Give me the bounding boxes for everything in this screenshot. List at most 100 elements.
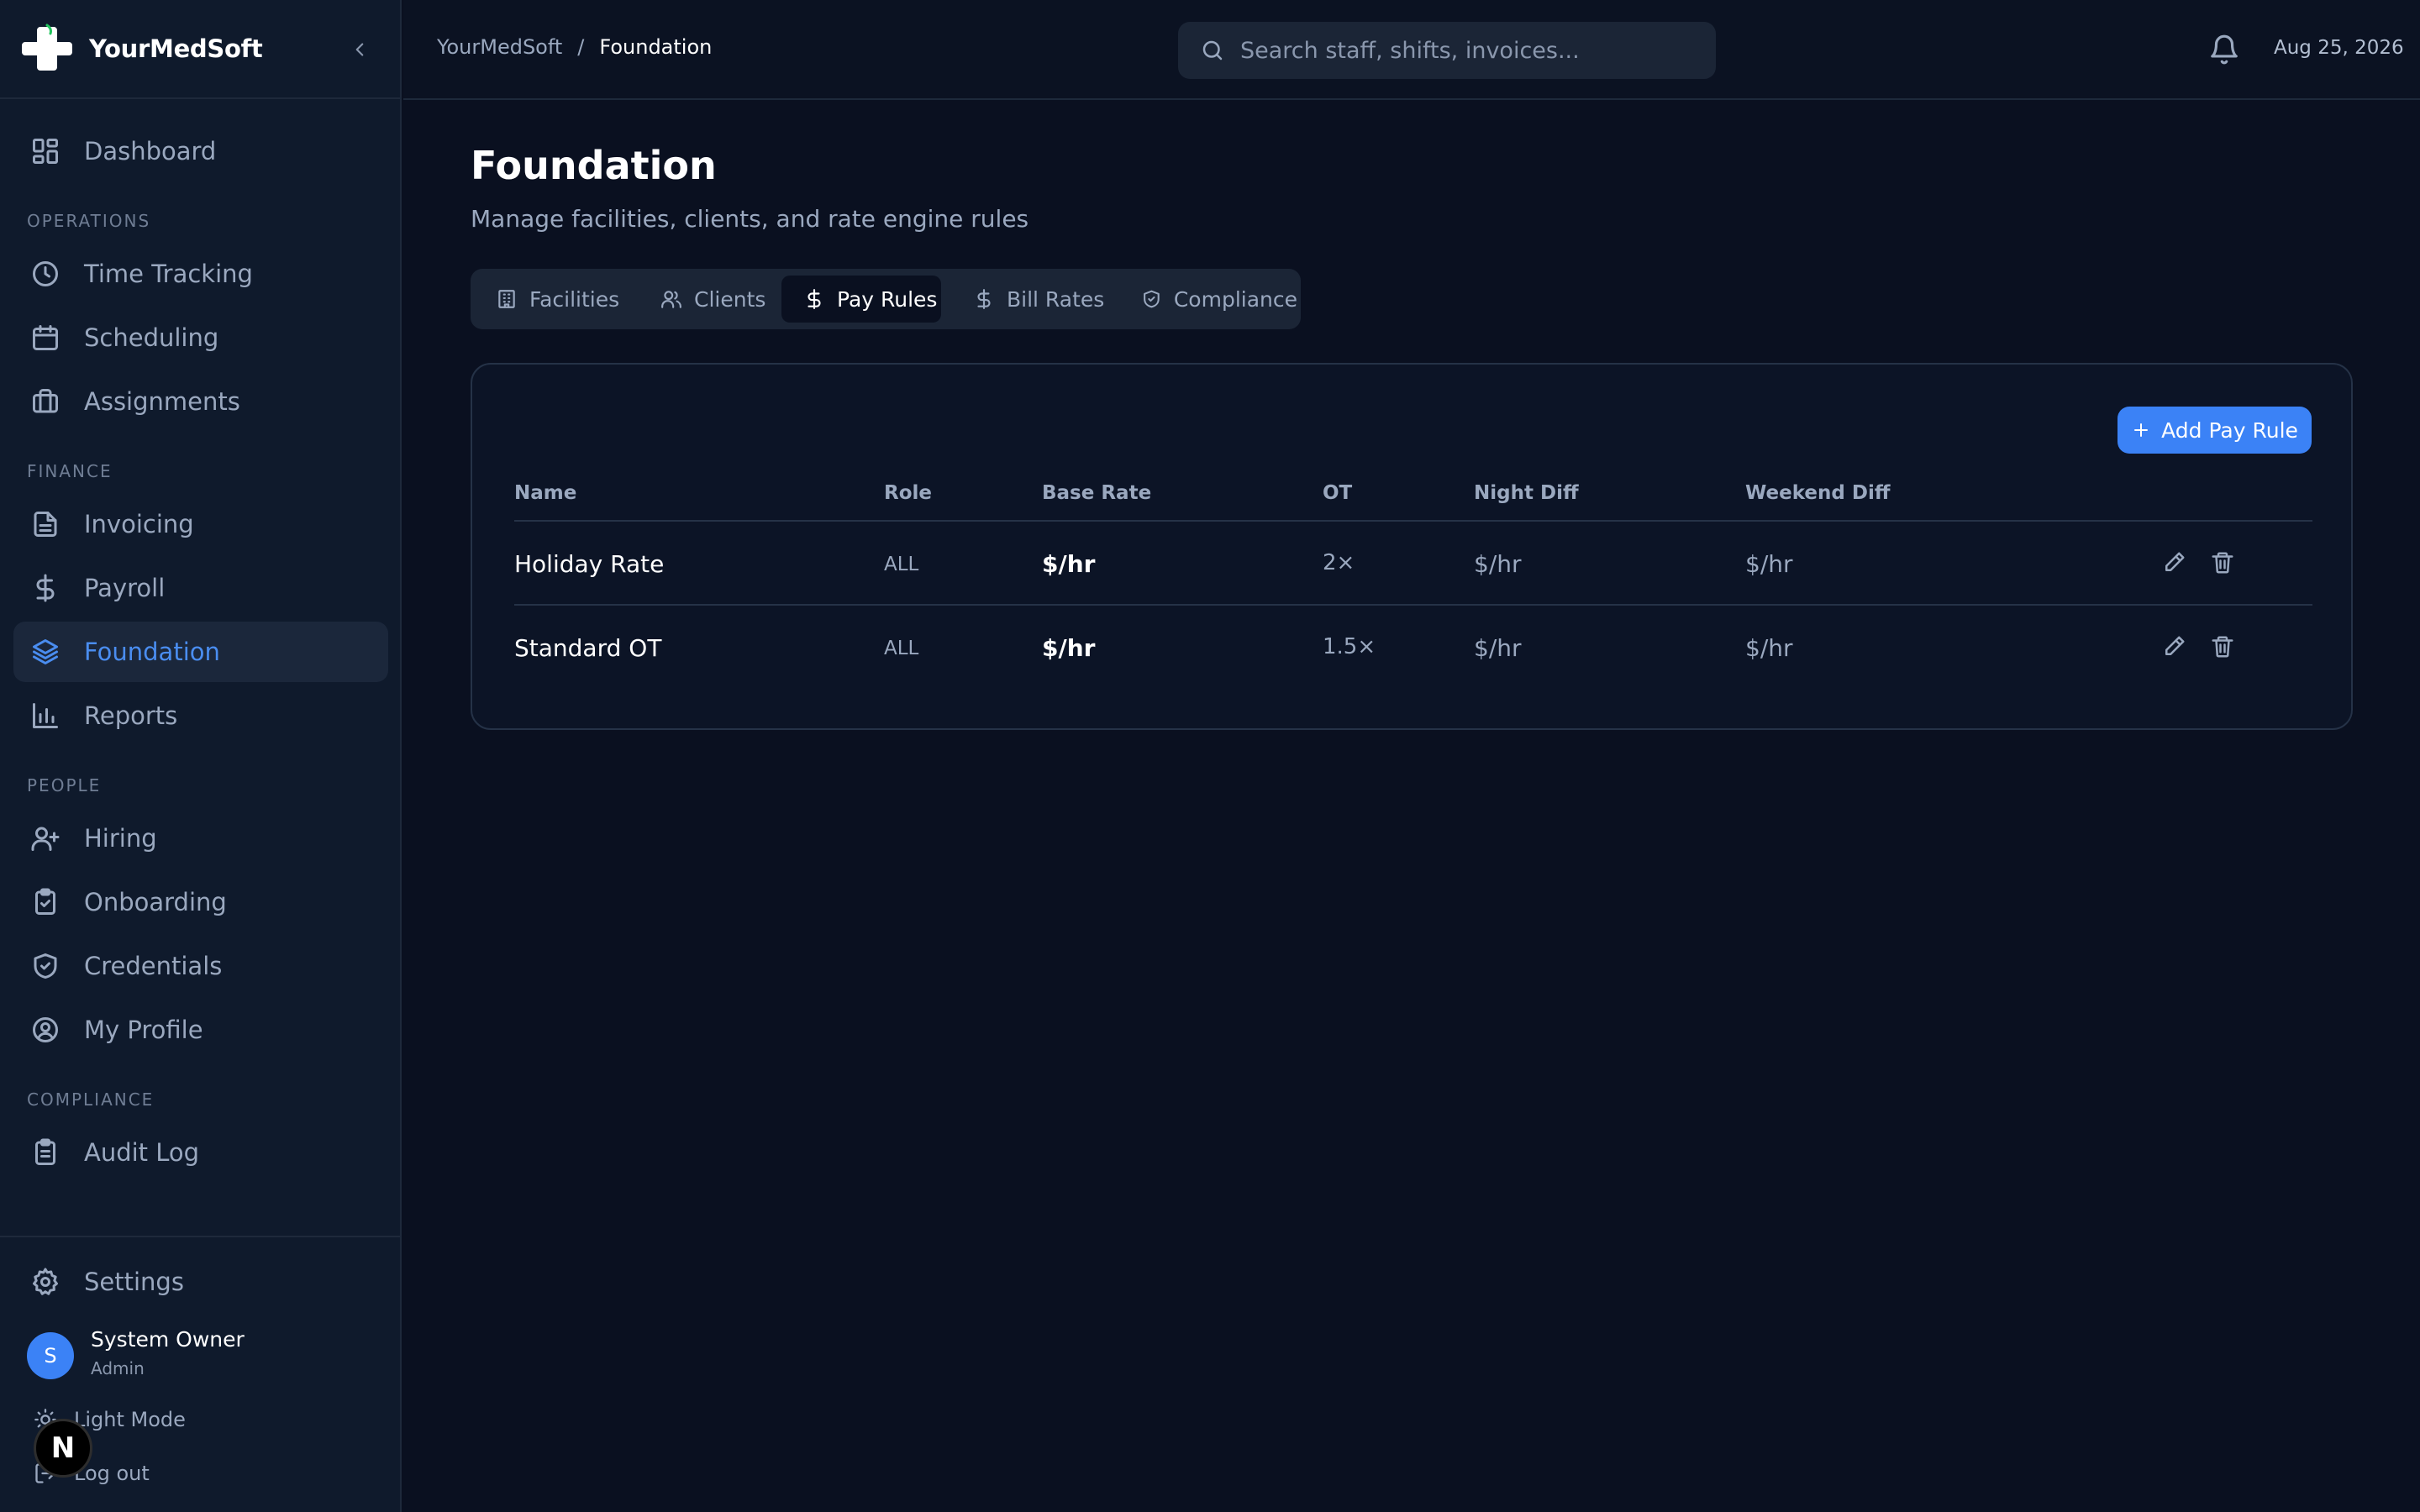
sidebar-item-label: Onboarding: [84, 888, 227, 916]
notifications-button[interactable]: [2208, 34, 2240, 66]
brand-name: YourMedSoft: [89, 34, 263, 63]
gear-icon: [33, 1268, 58, 1295]
bar-chart-icon: [33, 703, 58, 728]
column-header-night-diff: Night Diff: [1474, 482, 1579, 504]
tab-compliance[interactable]: Compliance: [1116, 276, 1297, 323]
tab-facilities[interactable]: Facilities: [471, 276, 635, 323]
table-row: Standard OT ALL $/hr 1.5× $/hr $/hr: [514, 606, 2312, 690]
avatar[interactable]: S: [27, 1332, 74, 1379]
sidebar-item-invoicing[interactable]: Invoicing: [13, 494, 388, 554]
breadcrumb-current: Foundation: [599, 35, 713, 59]
sidebar-item-hiring[interactable]: Hiring: [13, 808, 388, 869]
tab-label: Compliance: [1173, 286, 1297, 312]
edit-button[interactable]: [2161, 550, 2186, 575]
sidebar-item-label: Scheduling: [84, 323, 219, 352]
users-icon: [661, 291, 681, 308]
tab-label: Clients: [694, 286, 766, 312]
dollar-icon: [808, 289, 821, 309]
section-label-people: PEOPLE: [27, 775, 102, 795]
user-name: System Owner: [91, 1327, 245, 1352]
chevron-left-icon: [355, 43, 364, 56]
dollar-icon: [977, 289, 991, 309]
user-circle-icon: [33, 1017, 58, 1042]
collapse-sidebar-button[interactable]: [343, 33, 376, 66]
page-title: Foundation: [471, 143, 717, 188]
user-role: Admin: [91, 1358, 145, 1378]
tab-pay-rules[interactable]: Pay Rules: [781, 276, 941, 323]
column-header-base-rate: Base Rate: [1042, 482, 1152, 504]
tab-clients[interactable]: Clients: [635, 276, 778, 323]
sidebar: YourMedSoft Dashboard OPERATIONS Time Tr…: [0, 0, 402, 1512]
breadcrumb-root[interactable]: YourMedSoft: [437, 35, 562, 59]
column-header-role: Role: [884, 482, 932, 504]
sidebar-item-foundation[interactable]: Foundation: [13, 622, 388, 682]
trash-icon: [2212, 636, 2233, 658]
sidebar-divider: [0, 1236, 402, 1237]
current-date: Aug 25, 2026: [2274, 37, 2404, 59]
page-subtitle: Manage facilities, clients, and rate eng…: [471, 205, 1029, 233]
cell-role: ALL: [884, 554, 919, 575]
user-plus-icon: [31, 827, 60, 851]
sidebar-item-label: Invoicing: [84, 510, 194, 538]
calendar-icon: [33, 325, 58, 350]
breadcrumb: YourMedSoft / Foundation: [437, 35, 712, 59]
sidebar-item-scheduling[interactable]: Scheduling: [13, 307, 388, 368]
bell-icon: [2211, 34, 2238, 65]
add-pay-rule-label: Add Pay Rule: [2161, 417, 2298, 443]
cell-ot: 1.5×: [1323, 634, 1376, 659]
section-label-operations: OPERATIONS: [27, 211, 151, 231]
pencil-icon: [2165, 552, 2185, 571]
pencil-icon: [2165, 636, 2185, 655]
sidebar-item-label: Settings: [84, 1268, 184, 1296]
sidebar-item-credentials[interactable]: Credentials: [13, 936, 388, 996]
document-icon: [34, 512, 57, 537]
sidebar-item-label: Time Tracking: [84, 260, 253, 288]
column-header-ot: OT: [1323, 482, 1353, 504]
delete-button[interactable]: [2210, 634, 2235, 659]
tab-label: Pay Rules: [837, 286, 938, 312]
pay-rules-card: Add Pay Rule Name Role Base Rate OT Nigh…: [471, 363, 2353, 730]
section-label-compliance: COMPLIANCE: [27, 1089, 155, 1110]
sidebar-item-label: Assignments: [84, 387, 240, 416]
shield-check-icon: [34, 953, 57, 979]
sidebar-item-audit-log[interactable]: Audit Log: [13, 1122, 388, 1183]
brand[interactable]: YourMedSoft: [0, 0, 402, 99]
dev-tools-badge[interactable]: N: [34, 1419, 92, 1478]
sidebar-item-dashboard[interactable]: Dashboard: [13, 121, 388, 181]
sidebar-item-label: Dashboard: [84, 137, 217, 165]
sidebar-item-onboarding[interactable]: Onboarding: [13, 872, 388, 932]
table-row: Holiday Rate ALL $/hr 2× $/hr $/hr: [514, 522, 2312, 606]
sidebar-item-label: Foundation: [84, 638, 220, 666]
sidebar-item-my-profile[interactable]: My Profile: [13, 1000, 388, 1060]
clock-icon: [33, 261, 58, 286]
cell-night-diff: $/hr: [1474, 634, 1522, 662]
sidebar-item-time-tracking[interactable]: Time Tracking: [13, 244, 388, 304]
column-header-weekend-diff: Weekend Diff: [1745, 482, 1891, 504]
light-mode-label: Light Mode: [74, 1408, 186, 1431]
delete-button[interactable]: [2210, 550, 2235, 575]
shield-check-icon: [1144, 290, 1160, 308]
sidebar-item-label: Hiring: [84, 824, 157, 853]
tab-bill-rates[interactable]: Bill Rates: [948, 276, 1113, 323]
breadcrumb-separator: /: [577, 35, 585, 59]
cell-role: ALL: [884, 638, 919, 659]
cell-base-rate: $/hr: [1042, 634, 1096, 662]
sidebar-item-reports[interactable]: Reports: [13, 685, 388, 746]
search-input[interactable]: [1240, 37, 1694, 64]
trash-icon: [2212, 552, 2233, 574]
sidebar-item-label: Audit Log: [84, 1138, 200, 1167]
sidebar-item-assignments[interactable]: Assignments: [13, 371, 388, 432]
sidebar-item-settings[interactable]: Settings: [13, 1252, 388, 1312]
sidebar-item-payroll[interactable]: Payroll: [13, 558, 388, 618]
edit-button[interactable]: [2161, 634, 2186, 659]
add-pay-rule-button[interactable]: Add Pay Rule: [2118, 407, 2312, 454]
cell-weekend-diff: $/hr: [1745, 634, 1793, 662]
search-box[interactable]: [1178, 22, 1716, 79]
cell-name: Standard OT: [514, 634, 662, 662]
plus-icon: [2134, 423, 2149, 437]
cell-night-diff: $/hr: [1474, 550, 1522, 578]
clipboard-check-icon: [35, 888, 55, 915]
cell-name: Holiday Rate: [514, 550, 665, 578]
tab-label: Facilities: [529, 286, 620, 312]
section-label-finance: FINANCE: [27, 461, 113, 481]
